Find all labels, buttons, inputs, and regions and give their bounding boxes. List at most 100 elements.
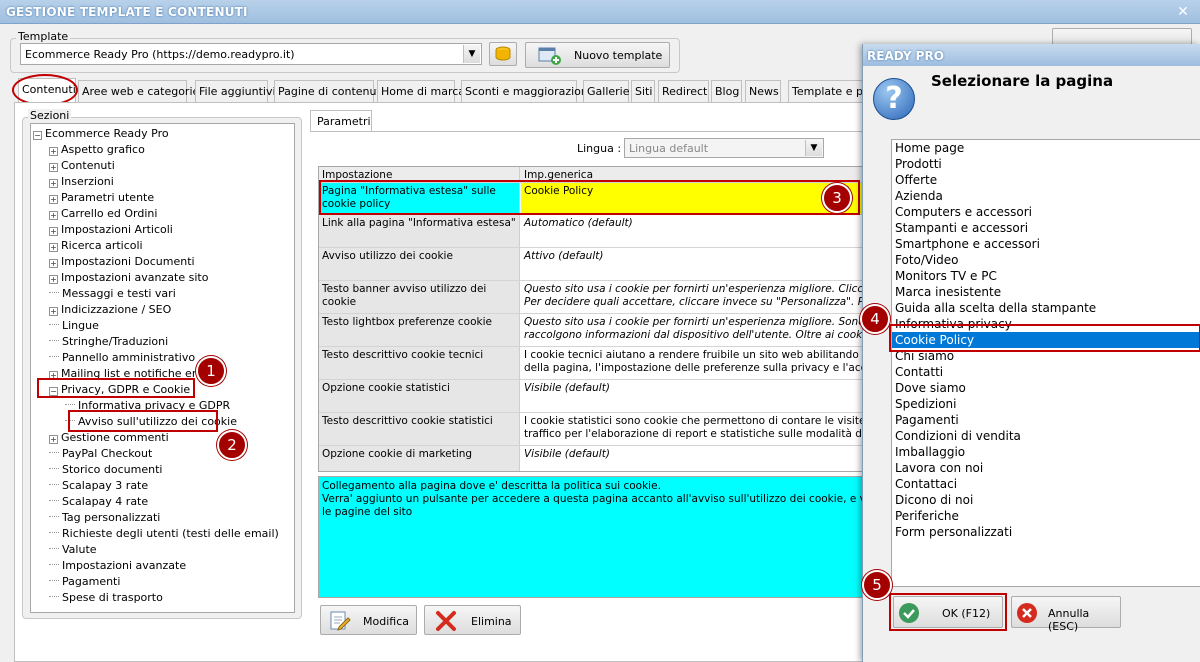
grid-cell-setting: Avviso utilizzo dei cookie [319, 248, 520, 280]
tree-item[interactable]: Lingue [49, 318, 99, 334]
grid-row[interactable]: Testo descrittivo cookie tecnici I cooki… [319, 347, 863, 380]
tree-item[interactable]: PayPal Checkout [49, 446, 152, 462]
tree-item[interactable]: + Impostazioni Documenti [49, 254, 195, 270]
tree-item[interactable]: Richieste degli utenti (testi delle emai… [49, 526, 279, 542]
modify-label: Modifica [363, 615, 409, 628]
grid-row[interactable]: Testo descrittivo cookie statistici I co… [319, 413, 863, 446]
delete-label: Elimina [471, 615, 512, 628]
tab-parametri[interactable]: Parametri [310, 110, 372, 132]
list-item[interactable]: Spedizioni [895, 396, 956, 412]
sections-label: Sezioni [28, 109, 72, 122]
tree-item[interactable]: + Parametri utente [49, 190, 154, 206]
page-list[interactable]: Home page Prodotti Offerte Azienda Compu… [891, 139, 1200, 587]
tree-item[interactable]: Spese di trasporto [49, 590, 163, 606]
list-item[interactable]: Monitors TV e PC [895, 268, 997, 284]
tree-item[interactable]: Valute [49, 542, 97, 558]
callout-5: 5 [862, 570, 892, 600]
list-item[interactable]: Form personalizzati [895, 524, 1012, 540]
tree-item[interactable]: Pannello amministrativo [49, 350, 195, 366]
list-item[interactable]: Offerte [895, 172, 937, 188]
tree-item[interactable]: + Impostazioni avanzate sito [49, 270, 208, 286]
list-item[interactable]: Smartphone e accessori [895, 236, 1040, 252]
tab-siti[interactable]: Siti [631, 80, 655, 102]
list-item[interactable]: Azienda [895, 188, 943, 204]
template-group-label: Template [16, 30, 71, 43]
grid-cell-value: I cookie statistici sono cookie che perm… [524, 415, 863, 440]
grid-row[interactable]: Opzione cookie di marketing Visibile (de… [319, 446, 862, 471]
tree-item[interactable]: + Inserzioni [49, 174, 114, 190]
list-item[interactable]: Guida alla scelta della stampante [895, 300, 1096, 316]
tree-item[interactable]: Scalapay 4 rate [49, 494, 148, 510]
tree-item[interactable]: Tag personalizzati [49, 510, 160, 526]
list-item[interactable]: Contatti [895, 364, 943, 380]
tree-item[interactable]: + Carrello ed Ordini [49, 206, 157, 222]
tab-aree-web[interactable]: Aree web e categorie [78, 80, 199, 102]
chevron-down-icon[interactable]: ▼ [805, 140, 822, 156]
tab-pagine-contenuti[interactable]: Pagine di contenuti [274, 80, 384, 102]
selected-page-highlight [889, 324, 1200, 352]
grid-cell-value: Visibile (default) [524, 382, 610, 394]
grid-cell-value: Visibile (default) [524, 448, 610, 460]
lingua-label: Lingua : [577, 142, 622, 155]
grid-row[interactable]: Testo lightbox preferenze cookie Questo … [319, 314, 863, 347]
template-select[interactable]: Ecommerce Ready Pro (https://demo.readyp… [20, 43, 482, 65]
tab-news[interactable]: News [745, 80, 781, 102]
chevron-down-icon[interactable]: ▼ [463, 45, 480, 63]
grid-row[interactable]: Avviso utilizzo dei cookie Attivo (defau… [319, 248, 862, 281]
tab-gallerie[interactable]: Gallerie [583, 80, 630, 102]
list-item[interactable]: Marca inesistente [895, 284, 1001, 300]
list-item[interactable]: Computers e accessori [895, 204, 1032, 220]
tab-blog[interactable]: Blog [711, 80, 742, 102]
list-item[interactable]: Foto/Video [895, 252, 959, 268]
tree-item[interactable]: + Aspetto grafico [49, 142, 145, 158]
tab-file-aggiuntivi[interactable]: File aggiuntivi [195, 80, 276, 102]
list-item[interactable]: Imballaggio [895, 444, 965, 460]
grid-cell-value: Questo sito usa i cookie per fornirti un… [524, 316, 863, 341]
tab-home-marca[interactable]: Home di marca [377, 80, 465, 102]
list-item[interactable]: Periferiche [895, 508, 959, 524]
tree-item[interactable]: + Ricerca articoli [49, 238, 143, 254]
list-item[interactable]: Contattaci [895, 476, 957, 492]
tree-item[interactable]: Impostazioni avanzate [49, 558, 186, 574]
list-item[interactable]: Condizioni di vendita [895, 428, 1021, 444]
ok-button-highlight [889, 593, 1007, 631]
question-icon: ? [873, 78, 915, 120]
window-title-bar: GESTIONE TEMPLATE E CONTENUTI ✕ [0, 0, 1200, 24]
tab-sconti[interactable]: Sconti e maggiorazioni [461, 80, 591, 102]
modify-button[interactable]: Modifica [320, 605, 417, 635]
grid-cell-setting: Link alla pagina "Informativa estesa" [319, 215, 520, 247]
grid-cell-setting: Testo descrittivo cookie statistici [319, 413, 520, 445]
list-item[interactable]: Pagamenti [895, 412, 959, 428]
dialog-title-bar: READY PRO [863, 44, 1200, 66]
list-item[interactable]: Home page [895, 140, 964, 156]
tree-item[interactable]: + Gestione commenti [49, 430, 169, 446]
tree-item[interactable]: Pagamenti [49, 574, 120, 590]
list-item[interactable]: Stampanti e accessori [895, 220, 1028, 236]
tab-redirect[interactable]: Redirect [658, 80, 709, 102]
list-item[interactable]: Dove siamo [895, 380, 966, 396]
lingua-select[interactable]: Lingua default ▼ [624, 138, 824, 158]
grid-row[interactable]: Opzione cookie statistici Visibile (defa… [319, 380, 862, 413]
grid-row[interactable]: Link alla pagina "Informativa estesa" Au… [319, 215, 862, 248]
new-template-button[interactable]: Nuovo template [525, 42, 670, 68]
list-item[interactable]: Dicono di noi [895, 492, 973, 508]
cancel-icon [1017, 603, 1037, 623]
tree-item[interactable]: Stringhe/Traduzioni [49, 334, 168, 350]
callout-1: 1 [196, 356, 226, 386]
tree-item[interactable]: + Contenuti [49, 158, 115, 174]
close-icon[interactable]: ✕ [1174, 3, 1192, 21]
grid-row[interactable]: Testo banner avviso utilizzo dei cookie … [319, 281, 862, 314]
cancel-button[interactable]: Annulla (ESC) [1011, 596, 1121, 633]
delete-button[interactable]: Elimina [424, 605, 521, 635]
tree-root[interactable]: − Ecommerce Ready Pro [33, 126, 169, 142]
tab-template-plugin[interactable]: Template e plu [788, 80, 873, 102]
list-item[interactable]: Lavora con noi [895, 460, 983, 476]
list-item[interactable]: Prodotti [895, 156, 942, 172]
tree-item[interactable]: + Impostazioni Articoli [49, 222, 173, 238]
tree-item[interactable]: Storico documenti [49, 462, 162, 478]
database-button[interactable] [489, 42, 517, 66]
grid-cell-value: I cookie tecnici aiutano a rendere fruib… [524, 349, 863, 374]
tree-item[interactable]: Messaggi e testi vari [49, 286, 176, 302]
tree-item[interactable]: + Indicizzazione / SEO [49, 302, 171, 318]
tree-item[interactable]: Scalapay 3 rate [49, 478, 148, 494]
